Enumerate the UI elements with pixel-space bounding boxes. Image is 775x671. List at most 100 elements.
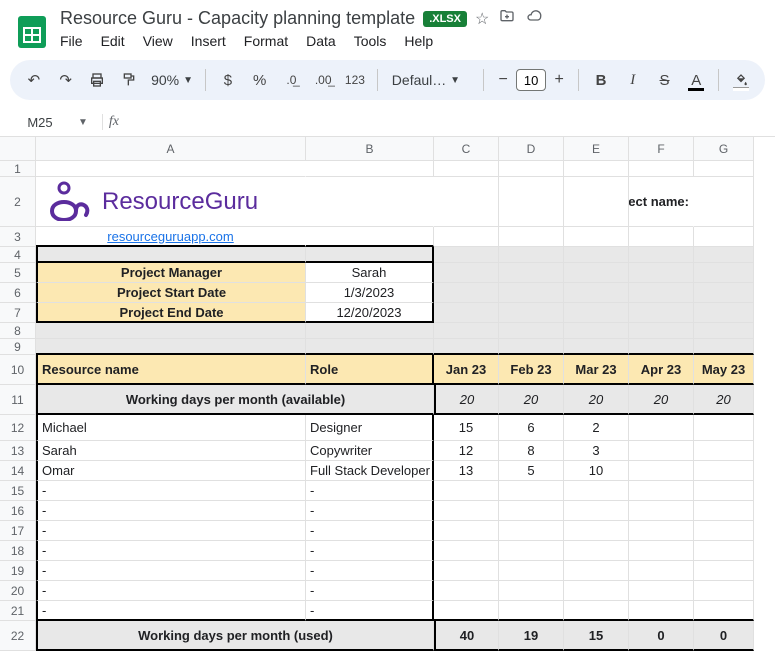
resourceguru-link[interactable]: resourceguruapp.com bbox=[107, 229, 233, 244]
currency-icon[interactable]: $ bbox=[214, 66, 242, 94]
resource-guru-mark-icon bbox=[46, 179, 94, 224]
col-header-D[interactable]: D bbox=[499, 137, 564, 161]
row-header[interactable]: 9 bbox=[0, 339, 36, 355]
header-month: May 23 bbox=[694, 355, 754, 385]
resource-name[interactable]: Sarah bbox=[36, 441, 306, 461]
row-header[interactable]: 7 bbox=[0, 303, 36, 323]
used-value[interactable]: 19 bbox=[499, 621, 564, 651]
increase-decimal-icon[interactable]: .00̲ bbox=[309, 66, 337, 94]
zoom-select[interactable]: 90%▼ bbox=[147, 72, 197, 88]
used-value[interactable]: 40 bbox=[434, 621, 499, 651]
menu-format[interactable]: Format bbox=[244, 33, 288, 49]
resource-guru-logo: ResourceGuru bbox=[40, 179, 258, 224]
row-header[interactable]: 19 bbox=[0, 561, 36, 581]
percent-icon[interactable]: % bbox=[246, 66, 274, 94]
print-icon[interactable] bbox=[84, 66, 112, 94]
cell-reference-dropdown-icon[interactable]: ▼ bbox=[78, 117, 88, 128]
available-value[interactable]: 20 bbox=[694, 385, 754, 415]
font-size-minus[interactable]: − bbox=[492, 69, 514, 91]
row-header[interactable]: 21 bbox=[0, 601, 36, 621]
file-format-badge: .XLSX bbox=[423, 11, 467, 27]
row-header[interactable]: 6 bbox=[0, 283, 36, 303]
grid-corner[interactable] bbox=[0, 137, 36, 161]
decrease-decimal-icon[interactable]: .0̲ bbox=[278, 66, 306, 94]
resource-name[interactable]: Omar bbox=[36, 461, 306, 481]
row-header[interactable]: 22 bbox=[0, 621, 36, 651]
col-header-A[interactable]: A bbox=[36, 137, 306, 161]
used-label: Working days per month (used) bbox=[36, 621, 434, 651]
titlebar: Resource Guru - Capacity planning templa… bbox=[0, 0, 775, 56]
title-row: Resource Guru - Capacity planning templa… bbox=[60, 8, 761, 29]
document-title[interactable]: Resource Guru - Capacity planning templa… bbox=[60, 8, 415, 29]
paint-format-icon[interactable] bbox=[115, 66, 143, 94]
value-project-manager[interactable]: Sarah bbox=[306, 263, 434, 283]
used-value[interactable]: 15 bbox=[564, 621, 629, 651]
move-folder-icon[interactable] bbox=[499, 8, 515, 29]
row-header[interactable]: 12 bbox=[0, 415, 36, 441]
menu-insert[interactable]: Insert bbox=[191, 33, 226, 49]
spreadsheet-grid[interactable]: A B C D E F G 1 2 ResourceGuru Project n… bbox=[0, 137, 775, 651]
value-end-date[interactable]: 12/20/2023 bbox=[306, 303, 434, 323]
font-size-input[interactable] bbox=[516, 69, 546, 91]
row-header[interactable]: 17 bbox=[0, 521, 36, 541]
col-header-E[interactable]: E bbox=[564, 137, 629, 161]
available-value[interactable]: 20 bbox=[499, 385, 564, 415]
redo-icon[interactable]: ↷ bbox=[52, 66, 80, 94]
resource-val[interactable]: 15 bbox=[434, 415, 499, 441]
col-header-F[interactable]: F bbox=[629, 137, 694, 161]
row-header[interactable]: 8 bbox=[0, 323, 36, 339]
menu-edit[interactable]: Edit bbox=[101, 33, 125, 49]
row-header[interactable]: 15 bbox=[0, 481, 36, 501]
available-label: Working days per month (available) bbox=[36, 385, 434, 415]
row-header[interactable]: 5 bbox=[0, 263, 36, 283]
menu-help[interactable]: Help bbox=[404, 33, 433, 49]
row-header[interactable]: 2 bbox=[0, 177, 36, 227]
row-header[interactable]: 14 bbox=[0, 461, 36, 481]
available-value[interactable]: 20 bbox=[434, 385, 499, 415]
row-header[interactable]: 18 bbox=[0, 541, 36, 561]
menu-data[interactable]: Data bbox=[306, 33, 336, 49]
available-value[interactable]: 20 bbox=[564, 385, 629, 415]
text-color-icon[interactable]: A bbox=[682, 66, 710, 94]
col-header-G[interactable]: G bbox=[694, 137, 754, 161]
value-start-date[interactable]: 1/3/2023 bbox=[306, 283, 434, 303]
formula-bar: M25 ▼ fx bbox=[0, 108, 775, 137]
resource-name[interactable]: Michael bbox=[36, 415, 306, 441]
menu-file[interactable]: File bbox=[60, 33, 83, 49]
available-value[interactable]: 20 bbox=[629, 385, 694, 415]
used-value[interactable]: 0 bbox=[629, 621, 694, 651]
font-select[interactable]: Defaul… ▼ bbox=[386, 72, 475, 88]
star-icon[interactable]: ☆ bbox=[475, 9, 489, 29]
cell-reference[interactable]: M25 bbox=[10, 115, 70, 130]
cloud-status-icon[interactable] bbox=[525, 8, 543, 29]
undo-icon[interactable]: ↶ bbox=[20, 66, 48, 94]
row-header[interactable]: 3 bbox=[0, 227, 36, 247]
row-header[interactable]: 10 bbox=[0, 355, 36, 385]
label-start-date: Project Start Date bbox=[36, 283, 306, 303]
used-value[interactable]: 0 bbox=[694, 621, 754, 651]
toolbar: ↶ ↷ 90%▼ $ % .0̲ .00̲ 123 Defaul… ▼ − + … bbox=[10, 60, 765, 100]
italic-icon[interactable]: I bbox=[619, 66, 647, 94]
row-header[interactable]: 13 bbox=[0, 441, 36, 461]
fill-color-icon[interactable] bbox=[727, 66, 755, 94]
row-header[interactable]: 1 bbox=[0, 161, 36, 177]
strikethrough-icon[interactable]: S bbox=[651, 66, 679, 94]
font-size-plus[interactable]: + bbox=[548, 69, 570, 91]
row-header[interactable]: 11 bbox=[0, 385, 36, 415]
resource-guru-wordmark: ResourceGuru bbox=[102, 188, 258, 216]
menu-view[interactable]: View bbox=[143, 33, 173, 49]
row-header[interactable]: 4 bbox=[0, 247, 36, 263]
menu-tools[interactable]: Tools bbox=[354, 33, 387, 49]
menubar: File Edit View Insert Format Data Tools … bbox=[60, 29, 761, 55]
label-project-manager: Project Manager bbox=[36, 263, 306, 283]
more-formats-icon[interactable]: 123 bbox=[341, 66, 369, 94]
col-header-B[interactable]: B bbox=[306, 137, 434, 161]
bold-icon[interactable]: B bbox=[587, 66, 615, 94]
sheets-logo-icon[interactable] bbox=[14, 8, 50, 56]
resource-role[interactable]: Designer bbox=[306, 415, 434, 441]
fx-icon: fx bbox=[102, 114, 125, 130]
row-header[interactable]: 20 bbox=[0, 581, 36, 601]
row-header[interactable]: 16 bbox=[0, 501, 36, 521]
header-role: Role bbox=[306, 355, 434, 385]
col-header-C[interactable]: C bbox=[434, 137, 499, 161]
